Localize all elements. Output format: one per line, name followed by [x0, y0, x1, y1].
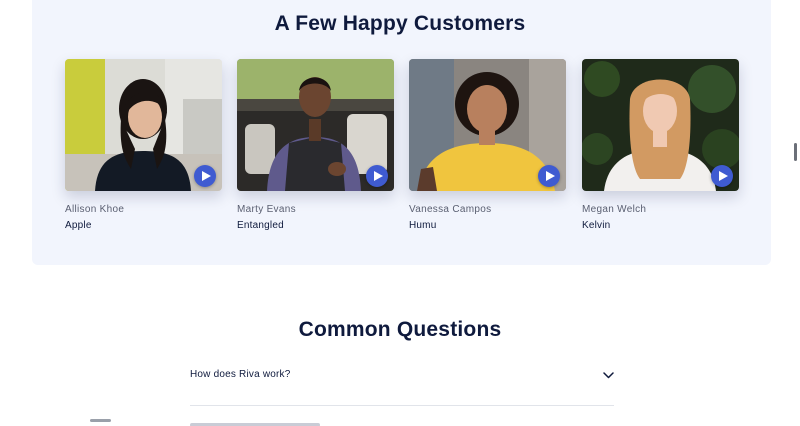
customer-card[interactable]: Vanessa Campos Humu	[409, 59, 566, 231]
faq-item-partial[interactable]	[190, 420, 320, 426]
play-icon	[373, 171, 383, 181]
home-indicator	[90, 419, 111, 422]
play-icon	[201, 171, 211, 181]
play-button[interactable]	[538, 165, 560, 187]
play-button[interactable]	[366, 165, 388, 187]
customer-name: Allison Khoe	[65, 204, 125, 215]
chevron-down-icon[interactable]	[603, 372, 614, 379]
play-icon	[718, 171, 728, 181]
scrollbar-thumb[interactable]	[794, 143, 797, 161]
faq-list: How does Riva work?	[190, 356, 614, 406]
faq-question: How does Riva work?	[190, 369, 291, 380]
video-thumbnail[interactable]	[237, 59, 394, 191]
customer-company: Humu	[409, 220, 437, 231]
customer-card[interactable]: Megan Welch Kelvin	[582, 59, 739, 231]
play-icon	[545, 171, 555, 181]
customer-company: Apple	[65, 220, 92, 231]
video-thumbnail[interactable]	[409, 59, 566, 191]
play-button[interactable]	[711, 165, 733, 187]
video-thumbnail[interactable]	[582, 59, 739, 191]
faq-title: Common Questions	[298, 318, 502, 341]
play-button[interactable]	[194, 165, 216, 187]
customer-name: Megan Welch	[582, 204, 647, 215]
customer-company: Entangled	[237, 220, 284, 231]
customers-title: A Few Happy Customers	[274, 12, 526, 35]
customer-card[interactable]: Marty Evans Entangled	[237, 59, 394, 231]
customer-name: Vanessa Campos	[409, 204, 492, 215]
customer-company: Kelvin	[582, 220, 611, 231]
video-thumbnail[interactable]	[65, 59, 222, 191]
customer-card[interactable]: Allison Khoe Apple	[65, 59, 222, 231]
customer-name: Marty Evans	[237, 204, 296, 215]
faq-item[interactable]: How does Riva work?	[190, 356, 614, 406]
